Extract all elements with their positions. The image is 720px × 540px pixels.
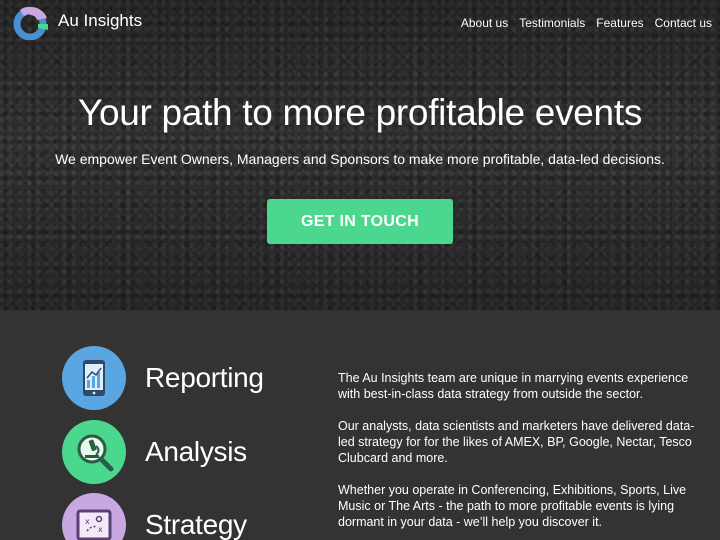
au-insights-logo-icon[interactable] <box>12 4 48 40</box>
nav-link-testimonials[interactable]: Testimonials <box>519 16 585 30</box>
feature-label-reporting: Reporting <box>145 362 264 393</box>
strategy-board-icon: x x <box>76 509 112 540</box>
feature-analysis: Analysis <box>62 420 247 484</box>
brand-name[interactable]: Au Insights <box>58 11 142 31</box>
tablet-chart-icon <box>83 360 105 396</box>
hero-section: Au Insights About us Testimonials Featur… <box>0 0 720 310</box>
feature-strategy: x x Strategy <box>62 493 247 540</box>
feature-label-analysis: Analysis <box>145 436 247 467</box>
nav-link-contact-us[interactable]: Contact us <box>655 16 712 30</box>
feature-label-strategy: Strategy <box>145 509 247 540</box>
about-paragraph-2: Our analysts, data scientists and market… <box>338 419 695 465</box>
svg-text:x: x <box>85 517 90 526</box>
hero-subtitle: We empower Event Owners, Managers and Sp… <box>55 151 665 167</box>
strategy-circle: x x <box>62 493 126 540</box>
top-nav: Au Insights About us Testimonials Featur… <box>0 0 720 46</box>
about-paragraph-3: Whether you operate in Conferencing, Exh… <box>338 483 687 529</box>
nav-link-about-us[interactable]: About us <box>461 16 508 30</box>
get-in-touch-button[interactable]: GET IN TOUCH <box>267 199 453 244</box>
analysis-circle <box>62 420 126 484</box>
microscope-icon <box>77 434 114 472</box>
about-paragraph-1: The Au Insights team are unique in marry… <box>338 371 689 401</box>
nav-links: About us Testimonials Features Contact u… <box>461 16 712 30</box>
svg-text:x: x <box>98 525 103 534</box>
feature-reporting: Reporting <box>62 346 264 410</box>
hero-title: Your path to more profitable events <box>77 92 643 133</box>
reporting-circle <box>62 346 126 410</box>
about-text: The Au Insights team are unique in marry… <box>338 370 710 540</box>
features-section: Reporting Analysis x x Strategy The Au I… <box>0 310 720 540</box>
nav-link-features[interactable]: Features <box>596 16 643 30</box>
